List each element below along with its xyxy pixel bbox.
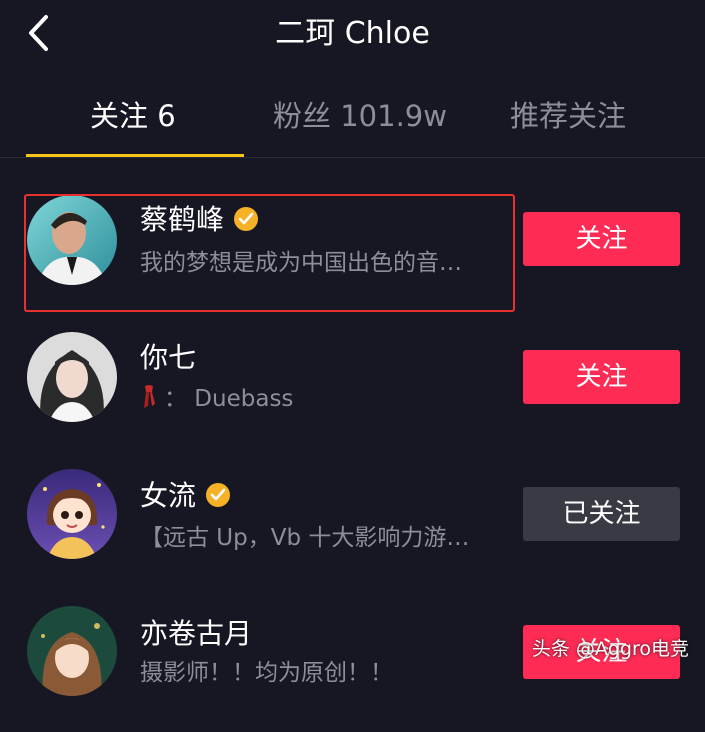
list-item[interactable]: 亦卷古月 摄影师！！均为原创！！ 关注 [0, 594, 705, 732]
user-name: 亦卷古月 [140, 617, 253, 650]
watermark: 头条 @Aggro电竞 [531, 638, 689, 660]
user-description: 我的梦想是成为中国出色的音… [140, 250, 462, 276]
follow-button[interactable]: 关注 [523, 350, 680, 404]
user-description: ： Duebass [140, 384, 495, 418]
scarf-icon [140, 384, 158, 418]
list-item[interactable]: 你七 ： Duebass 关注 [0, 318, 705, 456]
user-description: 摄影师！！均为原创！！ [140, 660, 393, 686]
user-name: 女流 [140, 478, 231, 514]
user-name: 你七 [140, 341, 197, 374]
avatar[interactable] [27, 606, 117, 696]
avatar[interactable] [27, 332, 117, 422]
user-description: 【远古 Up，Vb 十大影响力游… [140, 525, 470, 551]
header: 二珂 Chloe [0, 0, 705, 68]
list-item[interactable]: 蔡鹤峰 我的梦想是成为中国出色的音… 关注 [0, 180, 705, 318]
avatar[interactable] [27, 195, 117, 285]
follow-button[interactable]: 关注 [523, 212, 680, 266]
tab-following[interactable]: 关注 6 [90, 96, 176, 136]
verified-badge-icon [206, 483, 231, 507]
followed-button[interactable]: 已关注 [523, 487, 680, 541]
list-item[interactable]: 女流 【远古 Up，Vb 十大影响力游… 已关注 [0, 456, 705, 594]
page-title: 二珂 Chloe [275, 16, 430, 51]
verified-badge-icon [234, 207, 259, 231]
avatar[interactable] [27, 469, 117, 559]
tab-fans[interactable]: 粉丝 101.9w [273, 96, 447, 136]
tab-recommend[interactable]: 推荐关注 [510, 96, 626, 136]
divider [0, 157, 705, 158]
user-name: 蔡鹤峰 [140, 202, 259, 238]
tab-bar: 关注 6 粉丝 101.9w 推荐关注 [0, 90, 705, 160]
